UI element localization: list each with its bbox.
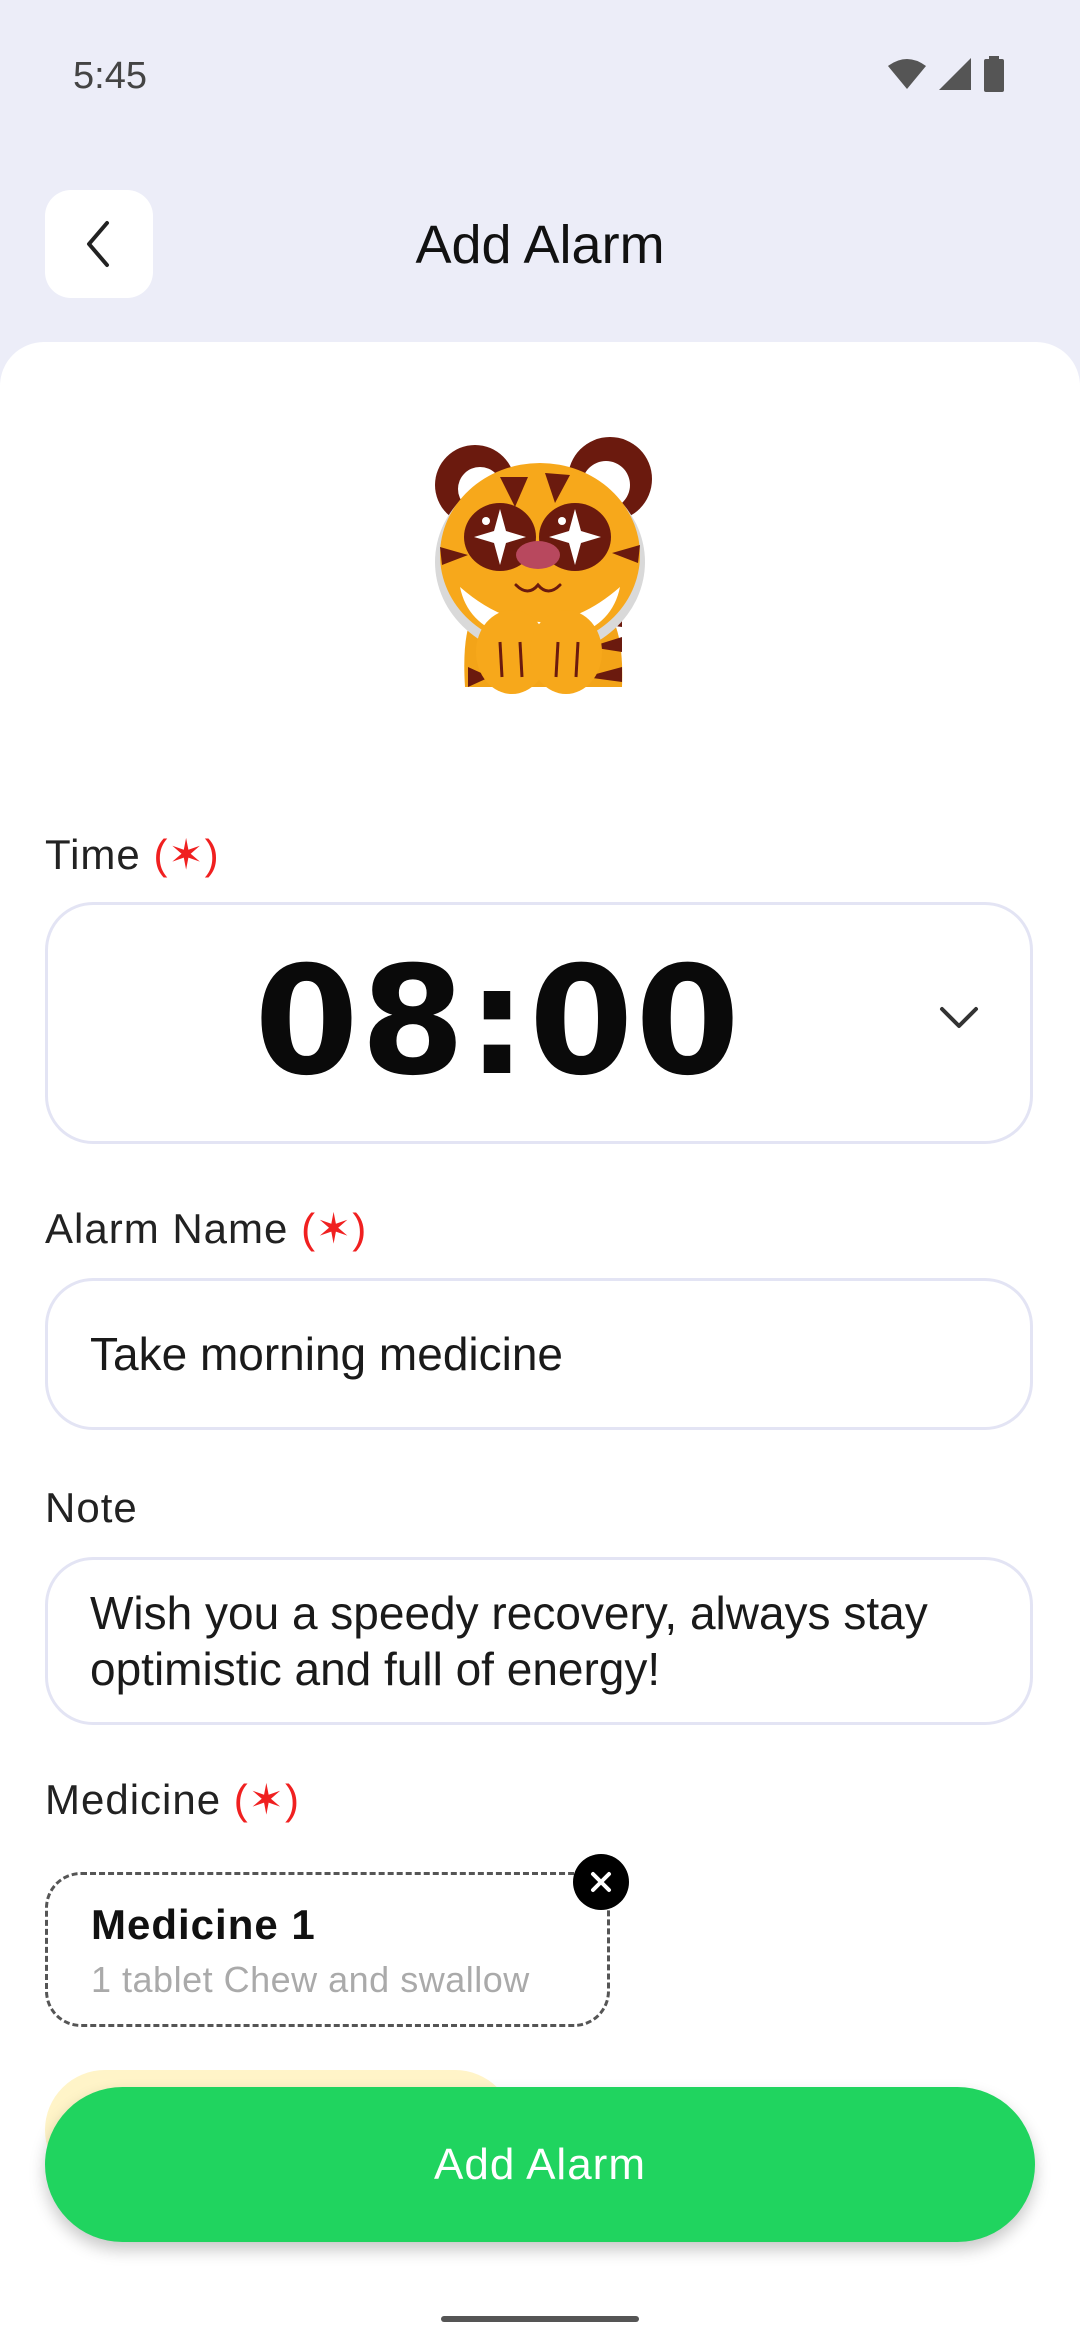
time-picker[interactable]: 08:00 [45,902,1033,1144]
chevron-down-icon [940,1007,978,1028]
home-indicator[interactable] [441,2316,639,2322]
close-icon [591,1872,611,1892]
time-value: 08:00 [254,935,742,1109]
time-label: Time (✶) [45,830,220,879]
note-value-line-2: optimistic and full of energy! [90,1643,661,1695]
form-card: Time (✶) 08:00 Alarm Name (✶) Take morni… [0,342,1080,2352]
required-mark: (✶) [153,831,220,878]
signal-icon [939,58,971,90]
status-time: 5:45 [73,55,147,97]
tiger-mascot-image [435,437,652,694]
medicine-label-text: Medicine [45,1776,222,1823]
status-bar: 5:45 [0,0,1080,150]
app-header: Add Alarm [0,150,1080,340]
alarm-name-label: Alarm Name (✶) [45,1204,367,1253]
remove-medicine-button[interactable] [573,1854,629,1910]
note-input[interactable]: Wish you a speedy recovery, always stay … [45,1557,1033,1725]
medicine-description: 1 tablet Chew and swallow [91,1959,530,2000]
time-label-text: Time [45,831,141,878]
required-mark: (✶) [233,1776,300,1823]
medicine-name: Medicine 1 [91,1901,316,1948]
page-title: Add Alarm [415,215,665,275]
medicine-card[interactable]: Medicine 1 1 tablet Chew and swallow [45,1872,610,2027]
status-icons [887,56,1005,92]
add-alarm-button[interactable]: Add Alarm [45,2087,1035,2242]
alarm-name-input[interactable]: Take morning medicine [45,1278,1033,1430]
alarm-name-value: Take morning medicine [90,1328,564,1380]
medicine-label: Medicine (✶) [45,1775,300,1824]
wifi-icon [888,59,926,89]
note-label: Note [45,1484,138,1531]
required-mark: (✶) [301,1205,368,1252]
alarm-name-label-text: Alarm Name [45,1205,289,1252]
note-value-line-1: Wish you a speedy recovery, always stay [90,1587,928,1639]
battery-icon [984,56,1004,92]
